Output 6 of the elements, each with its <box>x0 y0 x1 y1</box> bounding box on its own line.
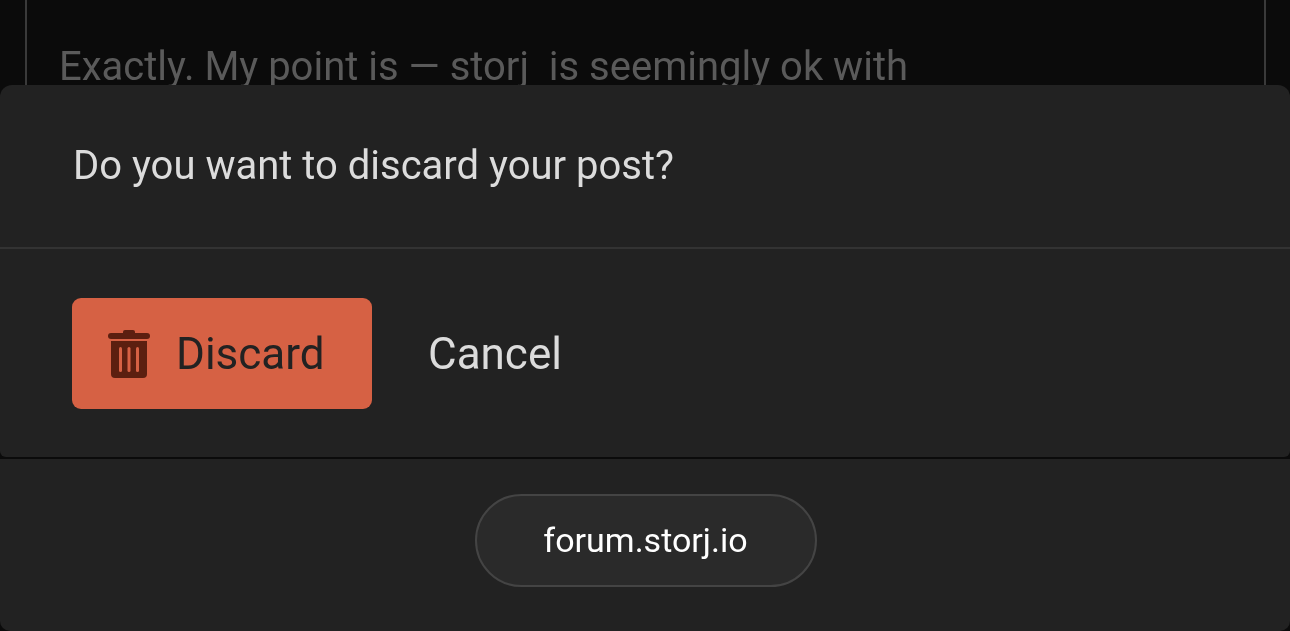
trash-icon <box>108 329 150 378</box>
cancel-button[interactable]: Cancel <box>428 298 562 409</box>
discard-button[interactable]: Discard <box>72 298 372 409</box>
dialog-title: Do you want to discard your post? <box>73 141 674 191</box>
url-pill[interactable]: forum.storj.io <box>474 494 817 587</box>
post-text: Exactly. My point is — storj is seemingly ok with <box>59 43 909 91</box>
